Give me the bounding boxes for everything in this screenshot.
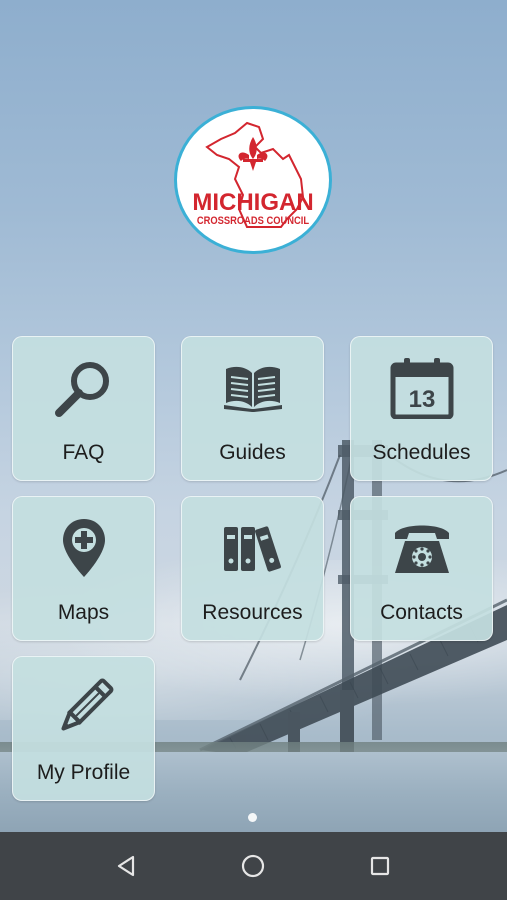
page-indicator-dot (248, 813, 257, 822)
maps-label: Maps (57, 601, 110, 624)
home-button[interactable] (231, 844, 275, 888)
guides-tile[interactable]: Guides (181, 336, 324, 481)
recents-square-icon (370, 856, 390, 876)
contacts-label: Contacts (380, 601, 463, 624)
council-logo: MICHIGAN CROSSROADS COUNCIL (174, 106, 332, 254)
home-screen: MICHIGAN CROSSROADS COUNCIL FAQ Guides 1… (0, 0, 507, 832)
my-profile-tile[interactable]: My Profile (12, 656, 155, 801)
logo-subtitle: CROSSROADS COUNCIL (196, 215, 310, 227)
resources-tile[interactable]: Resources (181, 496, 324, 641)
home-circle-icon (241, 854, 265, 878)
search-icon (13, 355, 154, 421)
contacts-tile[interactable]: Contacts (350, 496, 493, 641)
telephone-icon (351, 515, 492, 581)
guides-label: Guides (219, 441, 286, 464)
faq-label: FAQ (62, 441, 105, 464)
my-profile-label: My Profile (36, 761, 131, 784)
pencil-icon (13, 675, 154, 741)
resources-label: Resources (202, 601, 303, 624)
binders-icon (182, 515, 323, 581)
michigan-map-icon (205, 121, 305, 228)
faq-tile[interactable]: FAQ (12, 336, 155, 481)
schedules-label: Schedules (372, 441, 471, 464)
schedules-tile[interactable]: 13 Schedules (350, 336, 493, 481)
calendar-icon: 13 (351, 355, 492, 421)
system-navigation-bar (0, 832, 507, 900)
map-pin-plus-icon (13, 515, 154, 581)
back-button[interactable] (104, 844, 148, 888)
calendar-day-number: 13 (408, 386, 435, 413)
maps-tile[interactable]: Maps (12, 496, 155, 641)
book-icon (182, 355, 323, 421)
back-triangle-icon (117, 855, 135, 877)
recents-button[interactable] (358, 844, 402, 888)
logo-title: MICHIGAN (192, 189, 314, 216)
